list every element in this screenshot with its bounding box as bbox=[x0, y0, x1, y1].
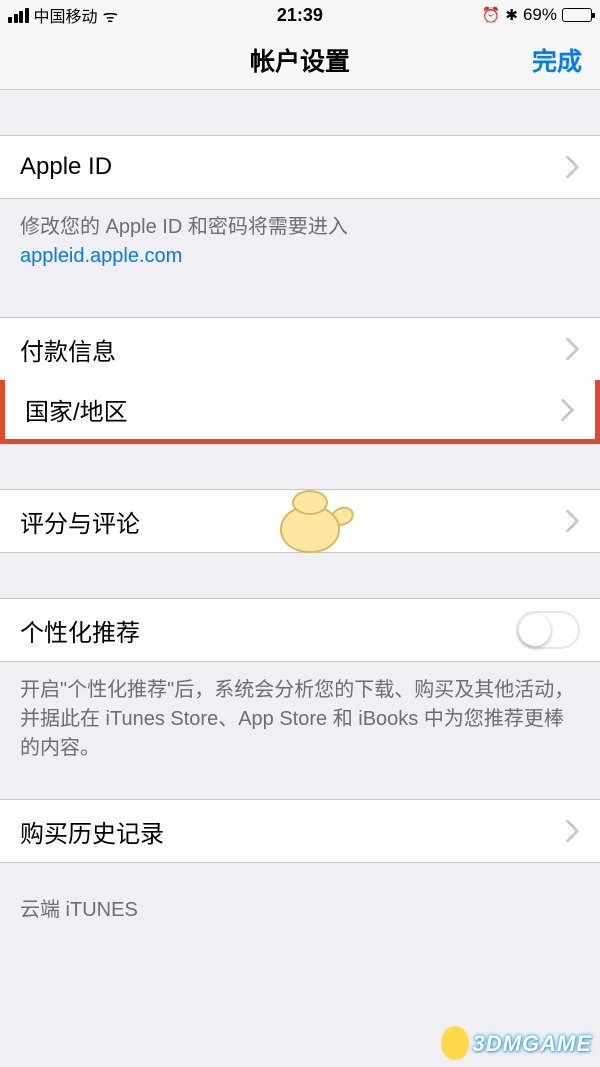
battery-percent: 69% bbox=[523, 5, 557, 25]
status-bar: 中国移动 ᯤ 21:39 ⏰ ✱ 69% bbox=[0, 0, 600, 30]
wifi-icon: ᯤ bbox=[103, 4, 119, 27]
spacer bbox=[0, 553, 600, 598]
spacer bbox=[0, 90, 600, 135]
purchase-history-cell[interactable]: 购买历史记录 bbox=[0, 799, 600, 863]
apple-id-label: Apple ID bbox=[20, 153, 112, 181]
spacer bbox=[0, 279, 600, 317]
cloud-itunes-header: 云端 iTUNES bbox=[0, 863, 600, 932]
status-time: 21:39 bbox=[277, 5, 323, 26]
apple-id-footer-text: 修改您的 Apple ID 和密码将需要进入 bbox=[20, 216, 348, 238]
battery-icon bbox=[562, 8, 592, 22]
signal-icon bbox=[8, 8, 29, 23]
done-button[interactable]: 完成 bbox=[532, 42, 582, 78]
chevron-right-icon bbox=[561, 399, 575, 421]
spacer bbox=[0, 444, 600, 489]
status-right: ⏰ ✱ 69% bbox=[482, 5, 592, 25]
chevron-right-icon bbox=[566, 338, 580, 360]
chevron-right-icon bbox=[566, 156, 580, 178]
personalization-label: 个性化推荐 bbox=[20, 613, 140, 648]
ratings-reviews-cell[interactable]: 评分与评论 bbox=[0, 489, 600, 553]
nav-bar: 帐户设置 完成 bbox=[0, 30, 600, 90]
country-region-cell[interactable]: 国家/地区 bbox=[0, 380, 600, 444]
watermark-icon bbox=[441, 1026, 469, 1060]
chevron-right-icon bbox=[566, 820, 580, 842]
chevron-right-icon bbox=[566, 510, 580, 532]
watermark-text: 3DMGAME bbox=[473, 1031, 592, 1056]
personalization-cell: 个性化推荐 bbox=[0, 598, 600, 662]
personalization-footer: 开启"个性化推荐"后，系统会分析您的下载、购买及其他活动，并据此在 iTunes… bbox=[0, 662, 600, 771]
bluetooth-icon: ✱ bbox=[505, 6, 518, 24]
payment-info-cell[interactable]: 付款信息 bbox=[0, 317, 600, 381]
alarm-icon: ⏰ bbox=[482, 6, 501, 24]
spacer bbox=[0, 771, 600, 799]
purchase-history-label: 购买历史记录 bbox=[20, 814, 164, 849]
apple-id-cell[interactable]: Apple ID bbox=[0, 135, 600, 199]
apple-id-footer: 修改您的 Apple ID 和密码将需要进入 appleid.apple.com bbox=[0, 199, 600, 279]
country-region-label: 国家/地区 bbox=[25, 392, 128, 427]
payment-info-label: 付款信息 bbox=[20, 332, 116, 367]
personalization-toggle[interactable] bbox=[516, 611, 580, 649]
page-title: 帐户设置 bbox=[250, 42, 350, 78]
status-left: 中国移动 ᯤ bbox=[8, 3, 118, 27]
carrier-label: 中国移动 bbox=[34, 3, 98, 27]
toggle-knob bbox=[519, 614, 551, 646]
ratings-reviews-label: 评分与评论 bbox=[20, 504, 140, 539]
watermark: 3DMGAME bbox=[441, 1028, 592, 1062]
apple-id-link[interactable]: appleid.apple.com bbox=[20, 245, 182, 267]
